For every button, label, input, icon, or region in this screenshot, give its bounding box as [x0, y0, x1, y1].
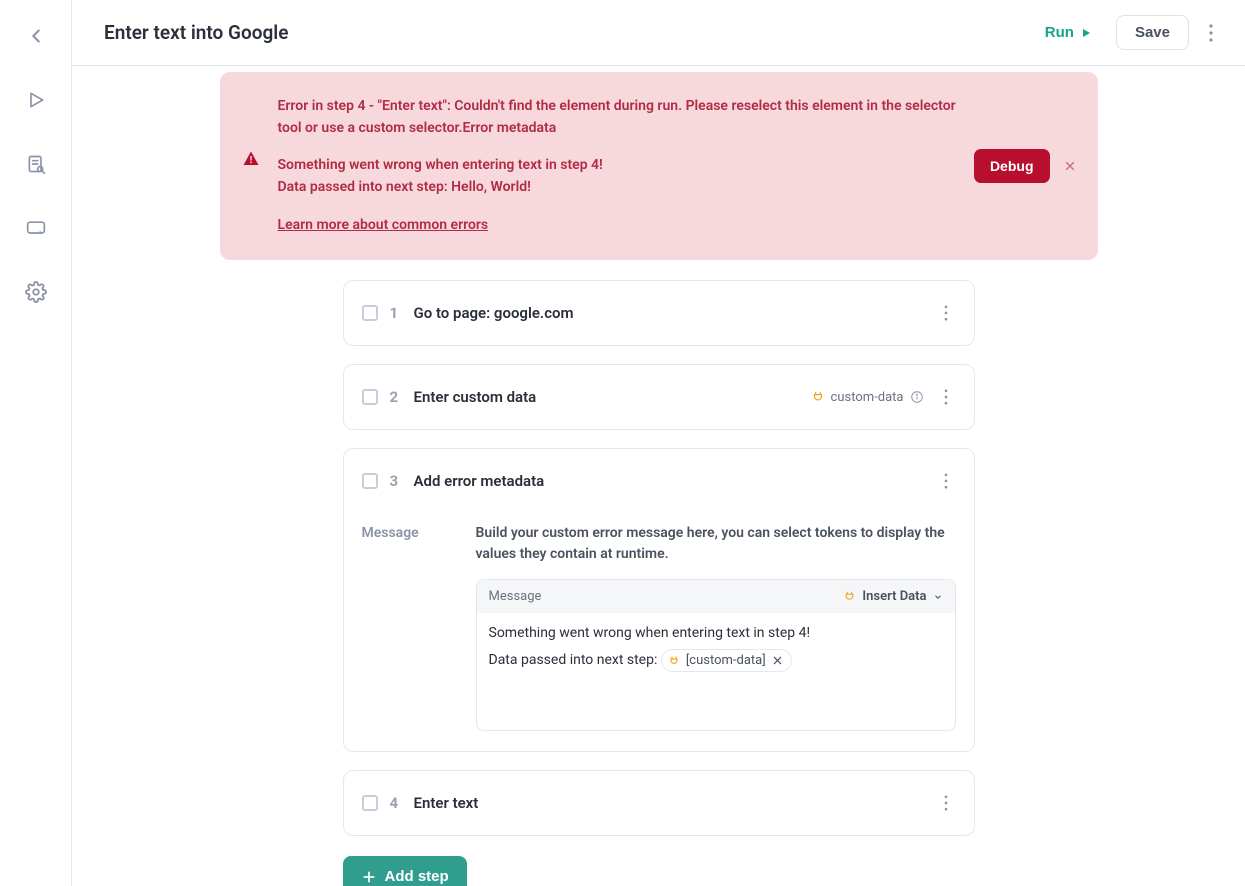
warning-icon [242, 150, 260, 168]
kebab-icon [944, 305, 948, 321]
debug-button[interactable]: Debug [974, 149, 1050, 183]
step-checkbox[interactable] [362, 389, 378, 405]
plug-icon [843, 590, 856, 603]
step-number: 3 [390, 472, 402, 490]
kebab-icon [944, 795, 948, 811]
learn-more-link[interactable]: Learn more about common errors [278, 217, 489, 233]
gear-icon[interactable] [18, 274, 54, 310]
error-banner: Error in step 4 - "Enter text": Couldn't… [220, 72, 1098, 260]
step-card-3: 3 Add error metadata Message Build your … [343, 448, 975, 752]
step-card-2: 2 Enter custom data custom-data [343, 364, 975, 430]
step-title: Add error metadata [414, 472, 924, 490]
kebab-icon [944, 389, 948, 405]
device-warning-icon[interactable] [18, 210, 54, 246]
message-editor[interactable]: Something went wrong when entering text … [477, 613, 955, 730]
plug-icon [811, 390, 825, 404]
run-button[interactable]: Run [1033, 16, 1104, 49]
step-more-button[interactable] [936, 383, 956, 411]
plus-icon [361, 869, 377, 885]
add-step-button[interactable]: Add step [343, 856, 467, 886]
step-title: Go to page: google.com [414, 304, 924, 322]
step-checkbox[interactable] [362, 795, 378, 811]
plug-icon [668, 655, 680, 667]
insert-data-label: Insert Data [862, 589, 926, 604]
step-tag: custom-data [811, 390, 924, 405]
sidebar [0, 0, 72, 886]
back-icon[interactable] [18, 18, 54, 54]
step-more-button[interactable] [936, 789, 956, 817]
help-text: Build your custom error message here, yo… [476, 523, 956, 565]
info-icon[interactable] [910, 390, 924, 404]
page-title: Enter text into Google [104, 21, 1021, 44]
topbar: Enter text into Google Run Save [72, 0, 1245, 66]
token-remove-icon[interactable] [772, 655, 783, 666]
token-chip[interactable]: [custom-data] [661, 649, 792, 672]
message-line1: Something went wrong when entering text … [489, 625, 943, 641]
tag-label: custom-data [831, 390, 904, 405]
close-icon[interactable] [1064, 160, 1076, 172]
run-label: Run [1045, 24, 1074, 41]
step-checkbox[interactable] [362, 305, 378, 321]
step-card-1: 1 Go to page: google.com [343, 280, 975, 346]
insert-data-button[interactable]: Insert Data [843, 589, 942, 604]
log-search-icon[interactable] [18, 146, 54, 182]
step-title: Enter text [414, 794, 924, 812]
error-text-line1: Error in step 4 - "Enter text": Couldn't… [278, 96, 956, 139]
step-number: 2 [390, 388, 402, 406]
more-menu-button[interactable] [1201, 18, 1221, 48]
kebab-icon [944, 473, 948, 489]
add-step-label: Add step [385, 868, 449, 885]
step-checkbox[interactable] [362, 473, 378, 489]
message-line2: Data passed into next step: [custom-data… [489, 649, 943, 672]
token-label: [custom-data] [686, 653, 766, 668]
step-more-button[interactable] [936, 467, 956, 495]
step-title: Enter custom data [414, 388, 799, 406]
save-button[interactable]: Save [1116, 15, 1189, 50]
error-text-line2: Something went wrong when entering text … [278, 155, 956, 198]
kebab-icon [1209, 24, 1213, 42]
play-fill-icon [1080, 27, 1092, 39]
step-card-4: 4 Enter text [343, 770, 975, 836]
step-more-button[interactable] [936, 299, 956, 327]
message-box-label: Message [489, 589, 542, 604]
chevron-down-icon [933, 592, 943, 602]
play-icon[interactable] [18, 82, 54, 118]
step-number: 1 [390, 304, 402, 322]
message-box: Message Insert Data [476, 579, 956, 731]
message-label: Message [362, 523, 452, 731]
step-number: 4 [390, 794, 402, 812]
